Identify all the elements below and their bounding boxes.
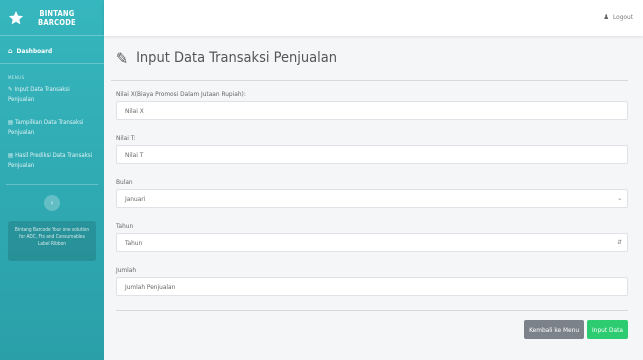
bulan-value: Januari	[125, 194, 146, 203]
brand-name: BINTANG BARCODE	[38, 8, 76, 27]
sidebar-item-label: Hasil Prediksi Data Transaksi Penjualan	[8, 152, 93, 169]
input-data-button[interactable]: Input Data	[587, 320, 628, 339]
nilai-x-label: Nilai X(Biaya Promosi Dalam Jutaan Rupia…	[116, 90, 246, 98]
pencil-icon: ✎	[116, 48, 129, 68]
promo-card: Bintang Barcode Your one solution for AD…	[8, 221, 96, 261]
spinner-icon[interactable]: ⇵	[617, 239, 622, 246]
brand[interactable]: BINTANG BARCODE	[0, 0, 104, 36]
topbar: ♟ Logout	[104, 0, 643, 36]
back-to-menu-button[interactable]: Kembali ke Menu	[524, 320, 585, 339]
form-actions: Kembali ke Menu Input Data	[111, 320, 628, 339]
tahun-input[interactable]: Tahun ⇵	[116, 233, 628, 252]
tahun-label: Tahun	[116, 222, 134, 230]
jumlah-input[interactable]: Jumlah Penjualan	[116, 277, 628, 296]
main-content: ✎ Input Data Transaksi Penjualan Nilai X…	[104, 36, 643, 360]
divider	[116, 310, 628, 311]
menu-heading: MENUS	[8, 76, 25, 81]
page-title: Input Data Transaksi Penjualan	[136, 50, 338, 66]
pencil-icon: ✎	[8, 86, 13, 93]
star-icon	[8, 10, 24, 24]
sidebar: BINTANG BARCODE ⌂ Dashboard MENUS ✎ Input…	[0, 0, 104, 360]
sidebar-item-label: Tampilkan Data Transaksi Penjualan	[8, 119, 84, 136]
nilai-t-input[interactable]: Nilai T	[116, 145, 628, 164]
chevron-down-icon: ⌄	[617, 195, 622, 202]
sidebar-item-input[interactable]: ✎ Input Data Transaksi Penjualan	[0, 85, 104, 105]
home-icon: ⌂	[8, 46, 13, 55]
nilai-t-label: Nilai T:	[116, 134, 136, 142]
bulan-select[interactable]: Januari ⌄	[116, 189, 628, 208]
sidebar-item-label: Input Data Transaksi Penjualan	[8, 86, 70, 103]
nilai-x-input[interactable]: Nilai X	[116, 101, 628, 120]
page-header: ✎ Input Data Transaksi Penjualan	[111, 36, 628, 80]
sidebar-toggle-button[interactable]: ‹	[44, 195, 60, 211]
jumlah-label: Jumlah	[116, 266, 137, 274]
bulan-label: Bulan	[116, 178, 133, 186]
sidebar-item-dashboard[interactable]: ⌂ Dashboard	[0, 38, 104, 64]
sidebar-item-tampilkan[interactable]: ▤ Tampilkan Data Transaksi Penjualan	[0, 118, 104, 138]
list-icon: ▤	[8, 152, 14, 159]
sidebar-item-prediksi[interactable]: ▤ Hasil Prediksi Data Transaksi Penjualan	[0, 151, 104, 171]
chevron-left-icon: ‹	[50, 199, 54, 207]
tahun-placeholder: Tahun	[125, 238, 143, 247]
logout-label: Logout	[612, 13, 633, 21]
divider	[111, 80, 628, 81]
logout-link[interactable]: ♟ Logout	[603, 13, 633, 21]
sidebar-item-label: Dashboard	[16, 46, 53, 55]
sidebar-divider	[6, 184, 98, 185]
user-icon: ♟	[603, 13, 609, 21]
list-icon: ▤	[8, 119, 14, 126]
